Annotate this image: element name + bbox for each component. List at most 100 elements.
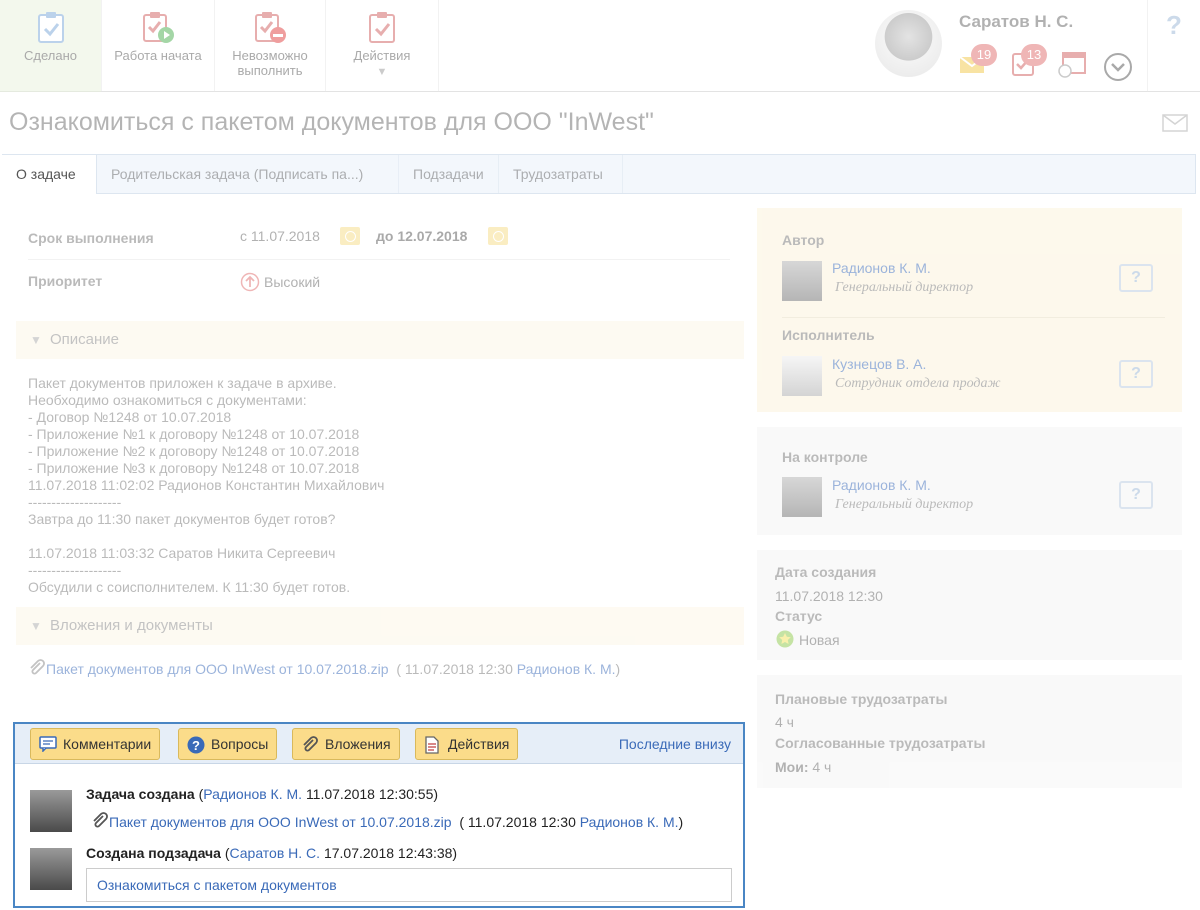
status-label: Статус bbox=[775, 608, 823, 624]
avatar[interactable] bbox=[875, 10, 942, 77]
agreed-effort-label: Согласованные трудозатраты bbox=[775, 735, 986, 751]
questions-button[interactable]: ? Вопросы bbox=[178, 728, 278, 760]
avatar[interactable] bbox=[782, 356, 822, 396]
chevron-down-icon: ▼ bbox=[30, 619, 42, 633]
status-value: Новая bbox=[799, 632, 840, 648]
question-icon: ? bbox=[187, 736, 205, 754]
event-time: 11.07.2018 12:30:55) bbox=[305, 786, 439, 802]
planned-effort-label: Плановые трудозатраты bbox=[775, 691, 948, 707]
avatar[interactable] bbox=[30, 848, 72, 890]
ask-question-icon[interactable]: ? bbox=[1119, 360, 1153, 388]
ask-question-icon[interactable]: ? bbox=[1119, 481, 1153, 509]
author-job: Генеральный директор bbox=[835, 280, 974, 295]
calendar-clock-icon[interactable] bbox=[340, 227, 360, 245]
actions-label: Действия bbox=[353, 48, 411, 63]
attachment-file-link[interactable]: Пакет документов для ООО InWest от 10.07… bbox=[46, 661, 389, 677]
envelope-icon[interactable] bbox=[1162, 114, 1188, 132]
priority-value: Высокий bbox=[264, 274, 321, 290]
attachment-meta-close: ) bbox=[615, 661, 621, 677]
attachments-button[interactable]: Вложения bbox=[292, 728, 400, 760]
chevron-down-icon: ▼ bbox=[376, 66, 388, 78]
event-time: 17.07.2018 12:43:38) bbox=[323, 845, 458, 861]
comments-button[interactable]: Комментарии bbox=[30, 728, 161, 760]
avatar[interactable] bbox=[782, 477, 822, 517]
control-card: На контроле Радионов К. М. Генеральный д… bbox=[757, 427, 1182, 535]
questions-button-label: Вопросы bbox=[211, 736, 269, 752]
attachment-meta: ( 11.07.2018 12:30 bbox=[396, 661, 513, 677]
event-title: Задача создана bbox=[86, 786, 195, 802]
comments-button-label: Комментарии bbox=[63, 736, 152, 752]
event-task-created: Задача создана (Радионов К. М. 11.07.201… bbox=[86, 786, 438, 802]
attachments-button-label: Вложения bbox=[325, 736, 391, 752]
event-author-link[interactable]: Саратов Н. С. bbox=[229, 845, 320, 861]
event-file-author-link[interactable]: Радионов К. М. bbox=[580, 814, 679, 830]
planned-effort-value: 4 ч bbox=[775, 714, 794, 730]
control-name-link[interactable]: Радионов К. М. bbox=[832, 477, 931, 493]
tab-effort[interactable]: Трудозатраты bbox=[499, 155, 623, 194]
sort-order-link[interactable]: Последние внизу bbox=[619, 736, 731, 752]
chevron-down-icon: ▼ bbox=[30, 333, 42, 347]
description-header-label: Описание bbox=[50, 331, 120, 348]
help-button[interactable]: ? bbox=[1147, 0, 1200, 92]
event-file-link[interactable]: Пакет документов для ООО InWest от 10.07… bbox=[109, 814, 452, 830]
attachments-header[interactable]: ▼ Вложения и документы bbox=[16, 607, 744, 645]
paperclip-icon bbox=[303, 736, 318, 752]
subtask-link[interactable]: Ознакомиться с пакетом документов bbox=[86, 868, 732, 902]
deadline-from: с 11.07.2018 bbox=[240, 228, 320, 244]
executor-label: Исполнитель bbox=[782, 327, 875, 343]
impossible-button[interactable]: Невозможно выполнить bbox=[215, 0, 326, 92]
avatar[interactable] bbox=[30, 790, 72, 832]
ask-question-icon[interactable]: ? bbox=[1119, 264, 1153, 292]
paperclip-icon bbox=[93, 812, 108, 828]
clipboard-check-icon bbox=[37, 12, 64, 43]
actions-comment-button[interactable]: Действия bbox=[415, 728, 519, 760]
dropdown-circle-icon[interactable] bbox=[1103, 52, 1133, 82]
work-started-label: Работа начата bbox=[114, 48, 202, 63]
task-toolbar: Сделано Работа начата Невозможно выполни… bbox=[0, 0, 1200, 92]
avatar[interactable] bbox=[782, 261, 822, 301]
priority-up-icon bbox=[240, 272, 260, 292]
created-label: Дата создания bbox=[775, 564, 877, 580]
comments-panel: Комментарии ? Вопросы Вложения Действия … bbox=[13, 722, 745, 908]
people-card: Автор Радионов К. М. Генеральный директо… bbox=[757, 208, 1182, 412]
divider bbox=[28, 259, 730, 260]
description-header[interactable]: ▼ Описание bbox=[16, 321, 744, 359]
my-effort-label: Мои: bbox=[775, 759, 809, 775]
done-label: Сделано bbox=[24, 48, 77, 63]
event-file-meta: ( 11.07.2018 12:30 bbox=[459, 814, 576, 830]
executor-name-link[interactable]: Кузнецов В. А. bbox=[832, 356, 926, 372]
calendar-icon[interactable] bbox=[1057, 50, 1087, 78]
comments-toolbar: Комментарии ? Вопросы Вложения Действия … bbox=[15, 724, 743, 764]
svg-text:?: ? bbox=[192, 738, 200, 753]
author-label: Автор bbox=[782, 232, 825, 248]
info-card: Дата создания 11.07.2018 12:30 Статус Но… bbox=[757, 550, 1182, 660]
description-text: Пакет документов приложен к задаче в арх… bbox=[28, 375, 385, 595]
calendar-clock-icon[interactable] bbox=[488, 227, 508, 245]
divider bbox=[782, 317, 1165, 318]
priority-label: Приоритет bbox=[28, 273, 103, 289]
user-name[interactable]: Саратов Н. С. bbox=[959, 12, 1073, 32]
effort-card: Плановые трудозатраты 4 ч Согласованные … bbox=[757, 675, 1182, 788]
actions-button[interactable]: Действия ▼ bbox=[326, 0, 439, 92]
task-tabs: О задаче Родительская задача (Подписать … bbox=[2, 154, 1196, 194]
tab-parent-task[interactable]: Родительская задача (Подписать па...) bbox=[97, 155, 399, 194]
tab-about[interactable]: О задаче bbox=[2, 155, 97, 194]
event-attachment-row: Пакет документов для ООО InWest от 10.07… bbox=[91, 812, 683, 830]
event-author-link[interactable]: Радионов К. М. bbox=[203, 786, 302, 802]
created-value: 11.07.2018 12:30 bbox=[775, 588, 883, 604]
my-effort-value: 4 ч bbox=[812, 759, 832, 775]
executor-job: Сотрудник отдела продаж bbox=[835, 376, 1001, 391]
control-label: На контроле bbox=[782, 449, 868, 465]
paperclip-icon bbox=[30, 659, 45, 675]
task-count-badge: 13 bbox=[1021, 44, 1047, 66]
event-title: Создана подзадача bbox=[86, 845, 221, 861]
done-button[interactable]: Сделано bbox=[0, 0, 102, 92]
tab-subtasks[interactable]: Подзадачи bbox=[399, 155, 499, 194]
clipboard-minus-icon bbox=[255, 12, 286, 43]
clipboard-play-icon bbox=[143, 12, 174, 43]
attachment-author-link[interactable]: Радионов К. М. bbox=[517, 661, 616, 677]
event-file-meta-close: ) bbox=[678, 814, 684, 830]
work-started-button[interactable]: Работа начата bbox=[102, 0, 215, 92]
author-name-link[interactable]: Радионов К. М. bbox=[832, 260, 931, 276]
page-title: Ознакомиться с пакетом документов для ОО… bbox=[9, 108, 654, 136]
